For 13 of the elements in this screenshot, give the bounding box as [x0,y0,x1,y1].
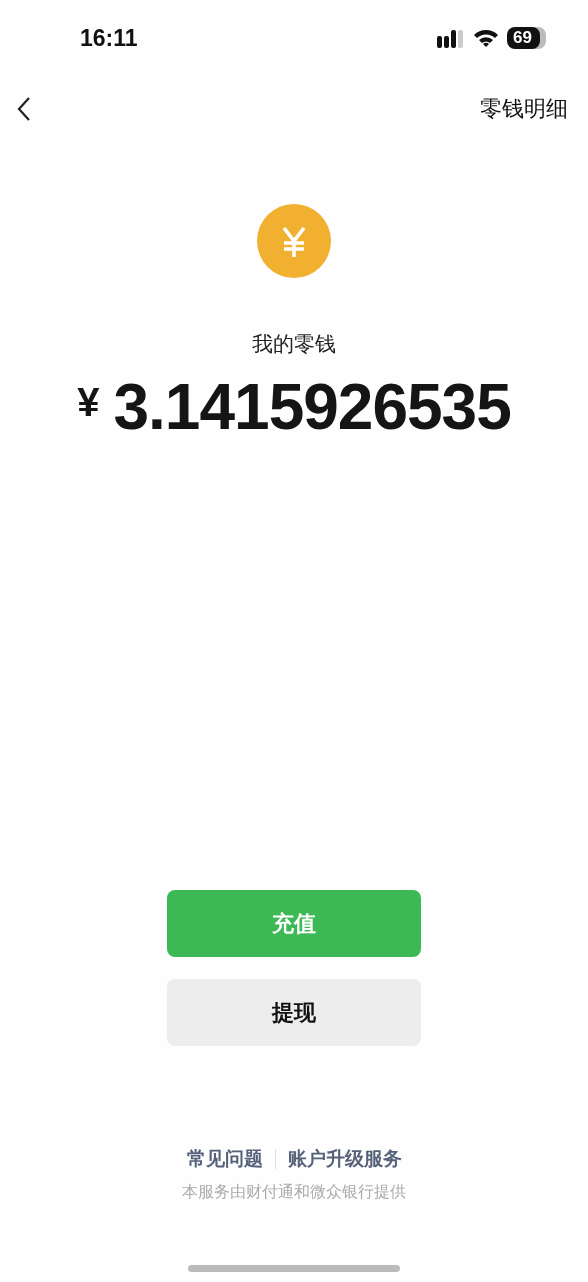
wifi-icon [473,28,500,48]
status-time: 16:11 [80,24,138,52]
balance-amount: 3.1415926535 [113,370,511,444]
currency-symbol: ¥ [77,380,100,425]
back-button[interactable] [16,95,32,123]
footer-link[interactable]: 常见问题 [186,1146,263,1172]
yuan-coin-icon [257,204,331,278]
footer-link[interactable]: 账户升级服务 [287,1146,402,1172]
withdraw-button[interactable]: 提现 [167,979,421,1046]
provider-note: 本服务由财付通和微众银行提供 [182,1182,406,1202]
signal-icon [437,28,466,48]
change-details-link[interactable]: 零钱明细 [480,94,568,124]
balance-label: 我的零钱 [252,331,336,357]
